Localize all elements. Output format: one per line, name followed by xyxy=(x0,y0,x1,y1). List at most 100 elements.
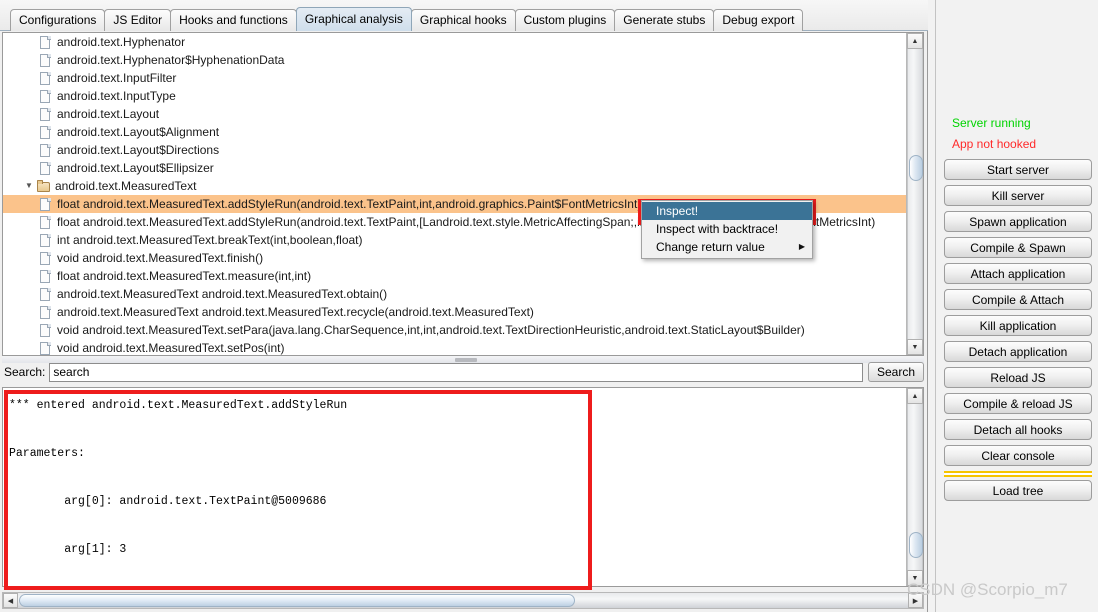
tree-row-label: android.text.Layout$Ellipsizer xyxy=(57,161,214,175)
tree-row-label: android.text.Layout$Directions xyxy=(57,143,220,157)
kill-application-button[interactable]: Kill application xyxy=(944,315,1092,336)
tab-generate-stubs[interactable]: Generate stubs xyxy=(614,9,715,31)
tree-row-label: float android.text.MeasuredText.measure(… xyxy=(57,269,312,283)
tab-custom-plugins[interactable]: Custom plugins xyxy=(514,9,616,31)
attach-application-button[interactable]: Attach application xyxy=(944,263,1092,284)
menu-item-label: Inspect with backtrace! xyxy=(656,222,779,236)
chevron-down-icon[interactable]: ▼ xyxy=(23,177,35,195)
right-pane: Server running App not hooked Start serv… xyxy=(929,0,1098,612)
tree-row-label: android.text.MeasuredText android.text.M… xyxy=(57,287,388,301)
compile-and-attach-button[interactable]: Compile & Attach xyxy=(944,289,1092,310)
right-panel-inner: Server running App not hooked Start serv… xyxy=(935,0,1098,612)
tree-row-label: android.text.Hyphenator$HyphenationData xyxy=(57,53,285,67)
search-label: Search: xyxy=(4,365,46,379)
status-app-hook: App not hooked xyxy=(952,137,1037,151)
tree-row-label: android.text.InputFilter xyxy=(57,71,177,85)
compile-and-reload-js-button[interactable]: Compile & reload JS xyxy=(944,393,1092,414)
search-input[interactable] xyxy=(49,362,863,382)
file-icon xyxy=(39,251,52,266)
tree-row-label: void android.text.MeasuredText.setPara(j… xyxy=(57,323,805,337)
file-icon xyxy=(39,323,52,338)
tree-scroll-track[interactable] xyxy=(907,49,923,339)
tree-row[interactable]: void android.text.MeasuredText.setPos(in… xyxy=(3,339,906,355)
tab-debug-export[interactable]: Debug export xyxy=(713,9,804,31)
file-icon xyxy=(39,107,52,122)
console-scroll-up-arrow[interactable]: ▲ xyxy=(907,388,923,404)
console-output[interactable]: *** entered android.text.MeasuredText.ad… xyxy=(3,388,905,586)
console-vertical-scrollbar[interactable]: ▲ ▼ xyxy=(906,388,923,586)
tab-graphical-analysis[interactable]: Graphical analysis xyxy=(295,7,412,31)
file-icon xyxy=(39,53,52,68)
kill-server-button[interactable]: Kill server xyxy=(944,185,1092,206)
tree-row[interactable]: android.text.Layout xyxy=(3,105,906,123)
tree-row-label: android.text.Layout xyxy=(57,107,160,121)
tree-row-label: void android.text.MeasuredText.finish() xyxy=(57,251,264,265)
tree-row-label: android.text.MeasuredText xyxy=(55,179,197,193)
console-pane: *** entered android.text.MeasuredText.ad… xyxy=(2,387,924,587)
hscroll-thumb[interactable] xyxy=(19,594,575,607)
tree-row[interactable]: float android.text.MeasuredText.measure(… xyxy=(3,267,906,285)
tab-hooks-and-functions[interactable]: Hooks and functions xyxy=(170,9,297,31)
reload-js-button[interactable]: Reload JS xyxy=(944,367,1092,388)
menu-item-label: Change return value xyxy=(656,240,765,254)
tab-configurations[interactable]: Configurations xyxy=(10,9,106,31)
console-scroll-track[interactable] xyxy=(907,404,923,570)
file-icon xyxy=(39,341,52,356)
tree-row[interactable]: void android.text.MeasuredText.setPara(j… xyxy=(3,321,906,339)
tree-row[interactable]: android.text.MeasuredText android.text.M… xyxy=(3,285,906,303)
file-icon xyxy=(39,71,52,86)
console-horizontal-scrollbar[interactable]: ◀ ▶ xyxy=(2,592,924,609)
tree-row-label: void android.text.MeasuredText.setPos(in… xyxy=(57,341,285,355)
menu-item-inspect-with-backtrace[interactable]: Inspect with backtrace! xyxy=(642,220,812,238)
class-tree[interactable]: android.text.Hyphenator android.text.Hyph… xyxy=(3,33,906,355)
class-tree-pane: android.text.Hyphenator android.text.Hyph… xyxy=(2,32,924,356)
menu-item-change-return-value[interactable]: Change return value ▶ xyxy=(642,238,812,256)
file-icon xyxy=(39,197,52,212)
tree-row[interactable]: ▼ android.text.MeasuredText xyxy=(3,177,906,195)
tab-js-editor[interactable]: JS Editor xyxy=(104,9,172,31)
file-icon xyxy=(39,215,52,230)
hscroll-track[interactable] xyxy=(18,593,908,608)
load-tree-button[interactable]: Load tree xyxy=(944,480,1092,501)
submenu-arrow-icon: ▶ xyxy=(798,242,805,251)
tab-bar: Configurations JS Editor Hooks and funct… xyxy=(0,0,928,31)
detach-application-button[interactable]: Detach application xyxy=(944,341,1092,362)
menu-item-inspect[interactable]: Inspect! xyxy=(642,202,812,220)
tree-row[interactable]: android.text.Layout$Ellipsizer xyxy=(3,159,906,177)
tree-row-label: android.text.Layout$Alignment xyxy=(57,125,220,139)
tree-row[interactable]: android.text.InputType xyxy=(3,87,906,105)
tree-row[interactable]: android.text.InputFilter xyxy=(3,69,906,87)
hscroll-right-arrow[interactable]: ▶ xyxy=(908,593,923,608)
context-menu[interactable]: Inspect! Inspect with backtrace! Change re… xyxy=(641,200,813,259)
detach-all-hooks-button[interactable]: Detach all hooks xyxy=(944,419,1092,440)
tree-scroll-up-arrow[interactable]: ▲ xyxy=(907,33,923,49)
menu-item-label: Inspect! xyxy=(656,204,699,218)
tree-row[interactable]: android.text.Layout$Alignment xyxy=(3,123,906,141)
tree-row-label: android.text.Hyphenator xyxy=(57,35,186,49)
tree-vertical-scrollbar[interactable]: ▲ ▼ xyxy=(906,33,923,355)
compile-and-spawn-button[interactable]: Compile & Spawn xyxy=(944,237,1092,258)
console-scroll-thumb[interactable] xyxy=(909,532,923,558)
file-icon xyxy=(39,125,52,140)
tree-row[interactable]: android.text.Hyphenator xyxy=(3,33,906,51)
file-icon xyxy=(39,161,52,176)
search-button[interactable]: Search xyxy=(867,362,924,382)
file-icon xyxy=(39,287,52,302)
tree-scroll-thumb[interactable] xyxy=(909,155,923,181)
tree-row-label: android.text.InputType xyxy=(57,89,176,103)
tree-row[interactable]: android.text.MeasuredText android.text.M… xyxy=(3,303,906,321)
file-icon xyxy=(39,269,52,284)
hscroll-left-arrow[interactable]: ◀ xyxy=(3,593,18,608)
clear-console-button[interactable]: Clear console xyxy=(944,445,1092,466)
annotation-divider-line xyxy=(944,471,1092,477)
tree-row[interactable]: android.text.Layout$Directions xyxy=(3,141,906,159)
spawn-application-button[interactable]: Spawn application xyxy=(944,211,1092,232)
tab-graphical-hooks[interactable]: Graphical hooks xyxy=(410,9,516,31)
tree-row[interactable]: android.text.Hyphenator$HyphenationData xyxy=(3,51,906,69)
start-server-button[interactable]: Start server xyxy=(944,159,1092,180)
status-block: Server running App not hooked xyxy=(944,113,1092,155)
action-button-stack: Start server Kill server Spawn applicati… xyxy=(944,159,1092,506)
tree-scroll-down-arrow[interactable]: ▼ xyxy=(907,339,923,355)
tree-row-label: android.text.MeasuredText android.text.M… xyxy=(57,305,534,319)
console-scroll-down-arrow[interactable]: ▼ xyxy=(907,570,923,586)
